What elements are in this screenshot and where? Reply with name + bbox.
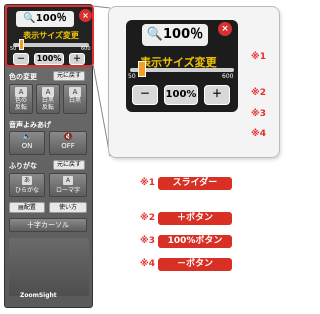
legend-slider: スライダー <box>158 177 232 190</box>
magnifier-icon: 🔍 <box>23 13 36 24</box>
magnifier-icon: 🔍 <box>146 27 164 42</box>
zoom-percent-text: 100％ <box>35 13 67 24</box>
zoomsight-logo: ZoomSight <box>20 292 57 299</box>
note-mark-4: ※4 <box>251 129 267 139</box>
bw-label: 白黒 <box>68 97 81 104</box>
zoom-minus-button[interactable]: － <box>13 53 29 65</box>
bw-invert-label: 白黒 反転 <box>41 97 54 111</box>
hiragana-icon: あ <box>22 176 32 185</box>
hiragana-button[interactable]: あひらがな <box>9 173 45 197</box>
zoom-percent-text-enlarged: 100％ <box>163 27 204 42</box>
slider-max-label-enlarged: 600 <box>222 73 234 80</box>
speech-off-button[interactable]: 🔇 OFF <box>49 131 87 155</box>
layout-button[interactable]: ▤配置 <box>9 202 45 213</box>
speech-on-label: ON <box>21 142 33 150</box>
slider-min-label: 50 <box>10 46 17 52</box>
furigana-section-label: ふりがな <box>9 162 37 170</box>
bw-icon: A <box>69 87 81 97</box>
zoom-plus-button[interactable]: ＋ <box>69 53 85 65</box>
zoom-percent-display-enlarged: 🔍100％ <box>142 24 208 46</box>
legend-mark-1: ※1 <box>140 178 156 188</box>
furigana-reset-button[interactable]: 元に戻す <box>53 160 85 170</box>
speaker-off-icon: 🔇 <box>63 132 73 141</box>
legend-reset: 100%ボタン <box>158 235 232 248</box>
note-mark-2: ※2 <box>251 88 267 98</box>
color-reset-button[interactable]: 元に戻す <box>53 71 85 81</box>
bw-button[interactable]: A 白黒 <box>63 84 87 114</box>
bw-invert-button[interactable]: A 白黒 反転 <box>36 84 60 114</box>
color-invert-label: 色の 反転 <box>14 97 27 111</box>
invert-icon: A <box>15 87 27 97</box>
speech-off-label: OFF <box>61 142 75 150</box>
zoom-reset-button[interactable]: 100% <box>34 53 64 65</box>
zoom-reset-button-enlarged[interactable]: 100% <box>164 85 198 105</box>
zoom-minus-button-enlarged[interactable]: － <box>132 85 158 105</box>
close-button-enlarged[interactable]: × <box>218 22 232 36</box>
romaji-button[interactable]: A ローマ字 <box>49 173 87 197</box>
romaji-icon: A <box>63 176 73 185</box>
color-section-label: 色の変更 <box>9 73 37 81</box>
slider-max-label: 600 <box>81 46 91 52</box>
legend-mark-3: ※3 <box>140 236 156 246</box>
legend-mark-4: ※4 <box>140 259 156 269</box>
speech-on-button[interactable]: 🔈 ON <box>9 131 45 155</box>
zoom-percent-display: 🔍100％ <box>16 11 74 27</box>
romaji-label: ローマ字 <box>55 187 80 194</box>
speaker-on-icon: 🔈 <box>22 132 32 141</box>
close-button[interactable]: × <box>79 9 92 22</box>
note-mark-1: ※1 <box>251 52 267 62</box>
bw-invert-icon: A <box>42 87 54 97</box>
color-invert-button[interactable]: A 色の 反転 <box>9 84 33 114</box>
zoom-panel: 🔍100％ × 表示サイズ変更 50 600 － 100% ＋ <box>5 5 94 67</box>
note-mark-3: ※3 <box>251 109 267 119</box>
speech-section-label: 音声よみあげ <box>9 121 51 129</box>
layout-label: 配置 <box>23 204 36 211</box>
zoom-slider[interactable] <box>13 43 89 47</box>
hiragana-label: ひらがな <box>14 187 39 194</box>
legend-mark-2: ※2 <box>140 213 156 223</box>
zoom-slider-knob[interactable] <box>19 39 24 50</box>
zoomsight-toolbar: 🔍100％ × 表示サイズ変更 50 600 － 100% ＋ 色の変更 元に戻… <box>4 4 94 308</box>
crosshair-cursor-button[interactable]: 十字カーソル <box>9 218 87 232</box>
legend-minus: －ボタン <box>158 258 232 271</box>
legend-plus: ＋ボタン <box>158 212 232 225</box>
zoom-slider-knob-enlarged[interactable] <box>138 61 146 77</box>
howto-button[interactable]: 使い方 <box>49 202 87 213</box>
zoom-plus-button-enlarged[interactable]: ＋ <box>204 85 230 105</box>
toolbar-footer <box>9 238 89 296</box>
slider-min-label-enlarged: 50 <box>128 73 136 80</box>
